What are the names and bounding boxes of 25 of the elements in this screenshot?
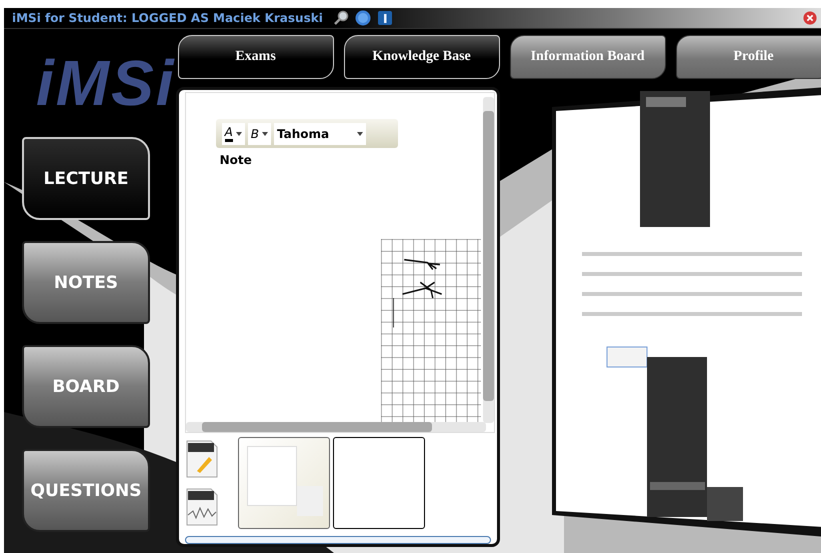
page-thumbnail[interactable] (238, 436, 330, 529)
search-icon[interactable] (332, 10, 349, 26)
caret-icon (357, 132, 364, 136)
nav-button[interactable]: NOTES (22, 241, 150, 324)
tab[interactable]: Exams (178, 35, 334, 79)
tab[interactable]: Information Board (510, 35, 666, 79)
window-title: iMSi for Student: LOGGED AS Maciek Krasuski (12, 11, 323, 25)
tab[interactable]: Profile (676, 35, 821, 79)
nav-button[interactable]: QUESTIONS (22, 449, 150, 532)
blank-page-thumbnail[interactable] (332, 436, 425, 529)
info-icon[interactable] (376, 10, 393, 26)
logo: iMSi (36, 51, 176, 115)
caret-icon (262, 132, 268, 136)
bold-button[interactable]: B (248, 122, 272, 144)
close-icon[interactable] (803, 11, 817, 25)
font-color-button[interactable]: A (222, 122, 245, 144)
caret-icon (236, 132, 242, 136)
tab[interactable]: Knowledge Base (344, 35, 500, 79)
nav-button[interactable]: BOARD (22, 345, 150, 428)
nav-button[interactable]: LECTURE (22, 137, 150, 220)
horizontal-scrollbar[interactable] (186, 422, 486, 432)
note-title: Note (220, 153, 252, 167)
vertical-scrollbar[interactable] (482, 97, 494, 423)
help-icon[interactable] (354, 10, 371, 26)
font-dropdown[interactable]: Tahoma (274, 122, 366, 144)
